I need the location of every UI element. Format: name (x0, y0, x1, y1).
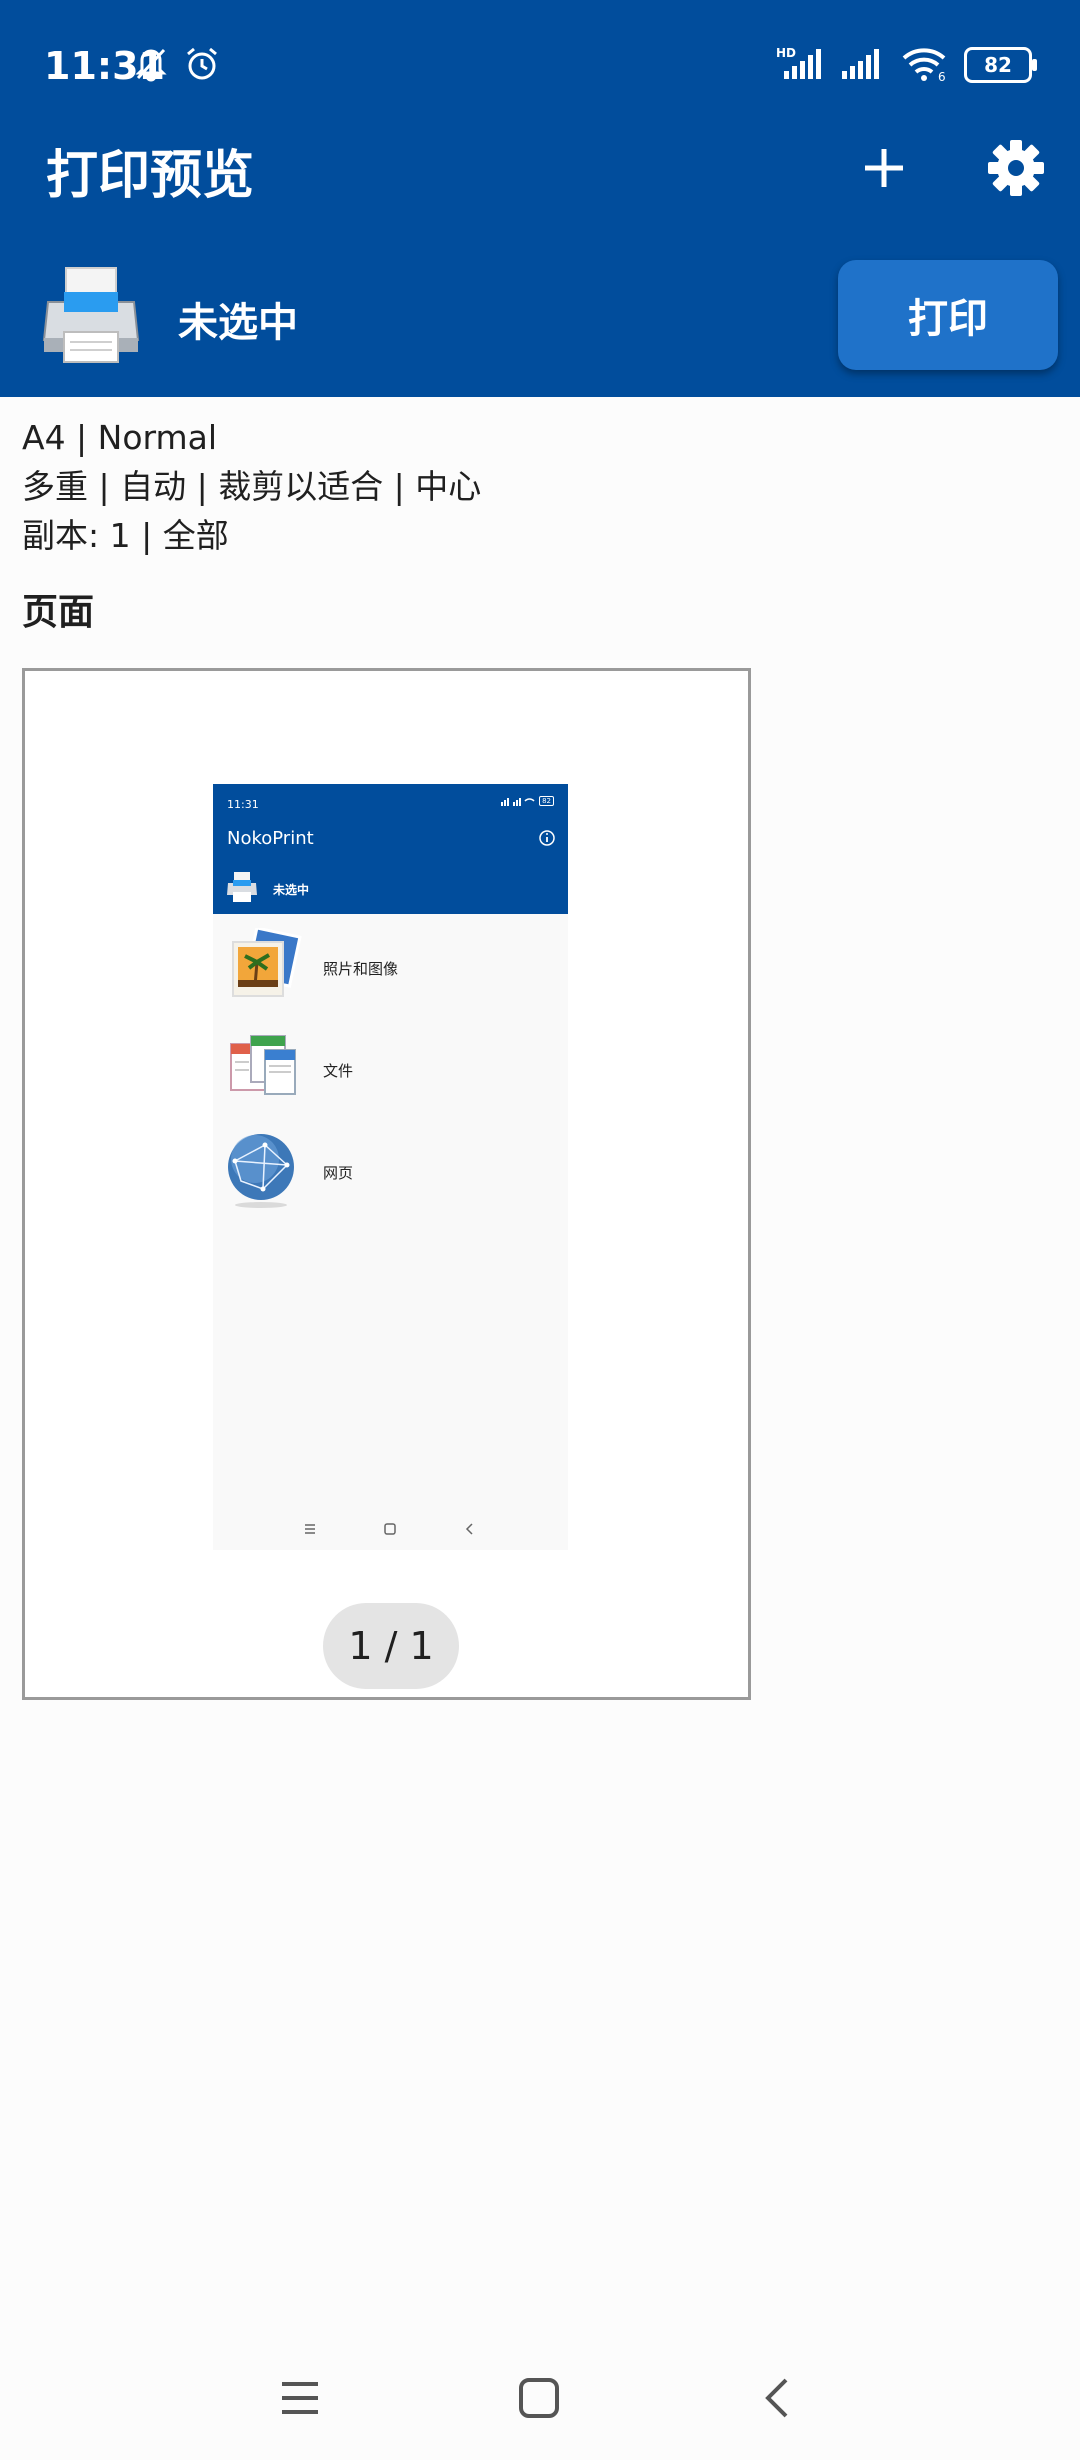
preview-printer-name: 未选中 (273, 882, 310, 897)
hd-signal-icon: HD (776, 45, 826, 85)
page-title: 打印预览 (46, 146, 255, 206)
preview-app-title: NokoPrint (227, 828, 314, 849)
preview-item-label: 照片和图像 (323, 959, 399, 978)
page-indicator: 1 / 1 (323, 1603, 459, 1689)
back-icon (756, 2376, 800, 2424)
preview-status-icons: 82 (501, 796, 554, 806)
printer-name: 未选中 (178, 300, 298, 346)
status-icons-left (132, 44, 222, 88)
pages-heading: 页面 (22, 592, 95, 633)
printer-icon (38, 262, 144, 372)
gear-icon (986, 138, 1046, 202)
signal-icon (840, 45, 886, 85)
preview-status-time: 11:31 (227, 798, 259, 811)
preview-nav-bar (213, 1511, 568, 1547)
preview-item-documents: 文件 (225, 1030, 353, 1110)
alarm-icon (182, 44, 222, 88)
battery-icon: 82 (964, 47, 1037, 83)
preview-printer-icon (225, 870, 259, 908)
back-button[interactable] (740, 2362, 816, 2438)
preview-header: 11:31 82 NokoPrint 未选中 (213, 784, 568, 914)
paper-settings: A4 | Normal (22, 418, 218, 457)
recent-apps-button[interactable] (262, 2362, 338, 2438)
preview-menu-icon (303, 1521, 317, 1540)
muted-bell-icon (132, 44, 170, 88)
status-icons-right: HD 6 82 (776, 44, 1037, 86)
app-header: 11:31 HD 6 82 打印预览 未选中 打印 (0, 0, 1080, 397)
copies-settings: 副本: 1 | 全部 (22, 516, 229, 555)
print-button[interactable]: 打印 (838, 260, 1058, 370)
preview-item-web: 网页 (225, 1132, 353, 1212)
menu-icon (278, 2376, 322, 2424)
photos-icon (225, 926, 303, 1008)
preview-item-label: 文件 (323, 1061, 354, 1080)
settings-button[interactable] (974, 128, 1058, 212)
page-preview[interactable]: 11:31 82 NokoPrint 未选中 照片和图像 文件 网页 1 / 1 (22, 668, 751, 1700)
home-icon (517, 2376, 561, 2424)
preview-battery-icon: 82 (539, 796, 554, 806)
print-settings-summary[interactable]: A4 | Normal 多重 | 自动 | 裁剪以适合 | 中心 副本: 1 |… (22, 413, 481, 560)
home-button[interactable] (501, 2362, 577, 2438)
system-nav-bar (0, 2330, 1080, 2460)
svg-text:6: 6 (938, 70, 946, 82)
preview-printer-row: 未选中 (225, 872, 309, 906)
svg-text:HD: HD (776, 46, 796, 60)
add-button[interactable] (842, 128, 926, 212)
info-icon (538, 829, 556, 851)
preview-item-photos: 照片和图像 (225, 926, 399, 1008)
preview-screenshot: 11:31 82 NokoPrint 未选中 照片和图像 文件 网页 (213, 784, 568, 1550)
globe-icon (225, 1131, 303, 1213)
layout-settings: 多重 | 自动 | 裁剪以适合 | 中心 (22, 467, 482, 506)
documents-icon (225, 1030, 303, 1110)
preview-home-icon (383, 1521, 397, 1540)
preview-back-icon (463, 1521, 477, 1540)
add-icon (862, 146, 906, 194)
preview-item-label: 网页 (323, 1163, 354, 1182)
wifi-icon: 6 (900, 44, 950, 86)
printer-row[interactable]: 未选中 打印 (0, 254, 1080, 380)
status-bar: 11:31 HD 6 82 (0, 0, 1080, 120)
